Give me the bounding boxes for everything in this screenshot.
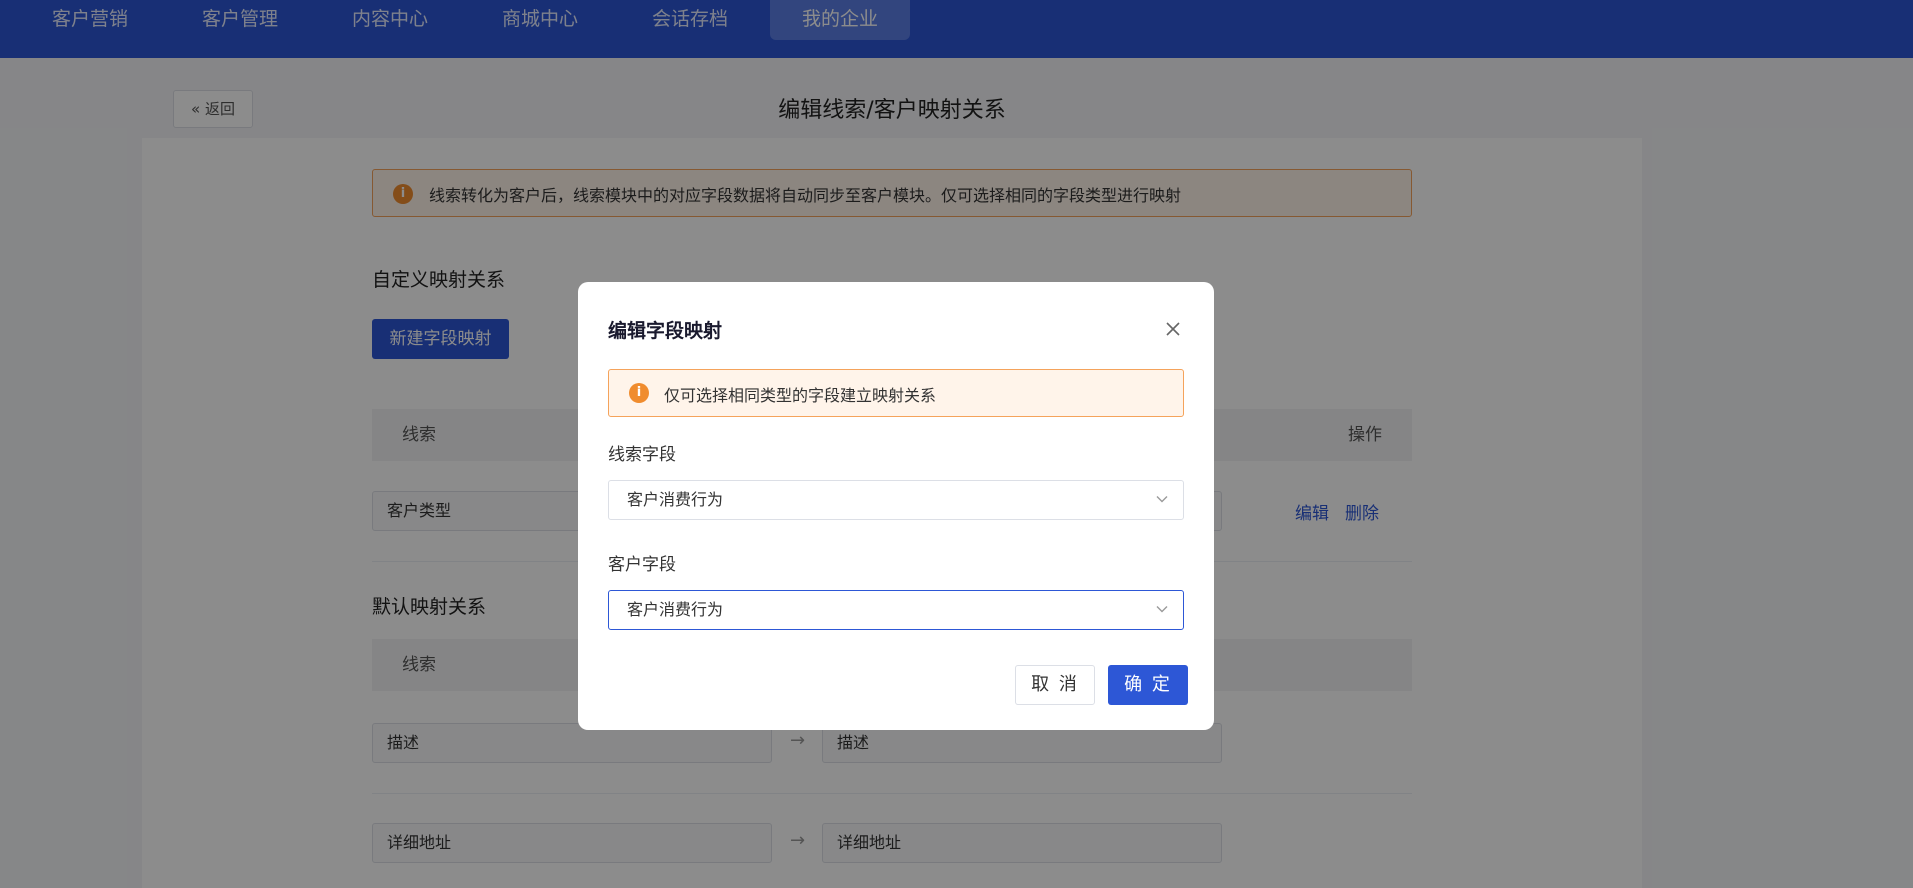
confirm-button[interactable]: 确 定 (1108, 665, 1188, 705)
chevron-down-icon (1156, 606, 1168, 613)
dialog-notice: i 仅可选择相同类型的字段建立映射关系 (608, 369, 1184, 417)
edit-field-mapping-dialog: 编辑字段映射 i 仅可选择相同类型的字段建立映射关系 线索字段 客户消费行为 客… (578, 282, 1214, 730)
cancel-button[interactable]: 取 消 (1015, 665, 1095, 705)
close-icon[interactable] (1162, 318, 1184, 340)
chevron-down-icon (1156, 496, 1168, 503)
customer-field-select[interactable]: 客户消费行为 (608, 590, 1184, 630)
lead-field-select[interactable]: 客户消费行为 (608, 480, 1184, 520)
lead-field-label: 线索字段 (608, 445, 676, 465)
dialog-notice-text: 仅可选择相同类型的字段建立映射关系 (664, 386, 937, 405)
info-icon: i (629, 383, 649, 403)
customer-field-label: 客户字段 (608, 555, 676, 575)
customer-field-value: 客户消费行为 (627, 600, 724, 619)
lead-field-value: 客户消费行为 (627, 490, 724, 509)
dialog-title: 编辑字段映射 (608, 320, 723, 342)
